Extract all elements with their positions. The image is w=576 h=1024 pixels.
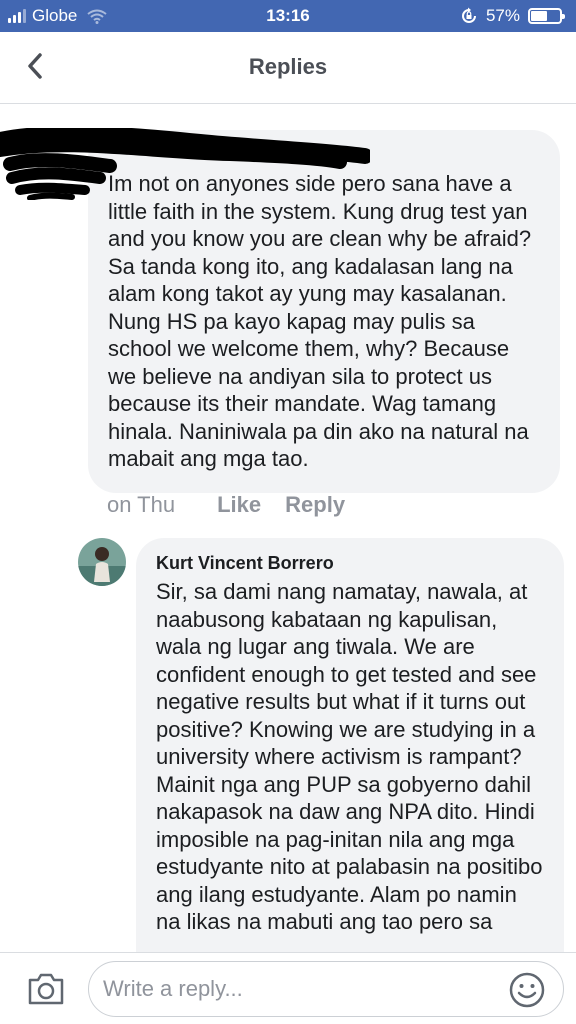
status-right: 57% xyxy=(460,6,565,26)
avatar[interactable] xyxy=(78,538,126,586)
emoji-button[interactable] xyxy=(508,971,546,1009)
smiley-icon xyxy=(509,972,545,1008)
reply-composer xyxy=(0,952,576,1024)
status-bar: Globe 13:16 57% xyxy=(0,0,576,32)
reply-bubble: Kurt Vincent Borrero Sir, sa dami nang n… xyxy=(136,538,564,978)
comment-actions: on Thu Like Reply xyxy=(107,492,345,518)
camera-icon xyxy=(28,973,64,1005)
like-button[interactable]: Like xyxy=(217,492,261,518)
reply-button[interactable]: Reply xyxy=(285,492,345,518)
reply-input[interactable] xyxy=(88,961,564,1017)
battery-fill xyxy=(531,11,547,21)
redaction-scribble xyxy=(0,128,370,200)
battery-percent: 57% xyxy=(485,6,520,25)
battery-icon xyxy=(528,8,565,24)
reply-author[interactable]: Kurt Vincent Borrero xyxy=(156,552,544,574)
comment-time: on Thu xyxy=(107,492,176,517)
reply-text: Sir, sa dami nang namatay, nawala, at na… xyxy=(156,579,543,934)
header: Replies xyxy=(0,32,576,104)
orientation-lock-icon xyxy=(462,7,476,23)
page-title: Replies xyxy=(248,54,328,79)
avatar-photo xyxy=(78,538,126,586)
camera-button[interactable] xyxy=(26,971,66,1007)
comment-text: Im not on anyones side pero sana have a … xyxy=(108,171,532,471)
